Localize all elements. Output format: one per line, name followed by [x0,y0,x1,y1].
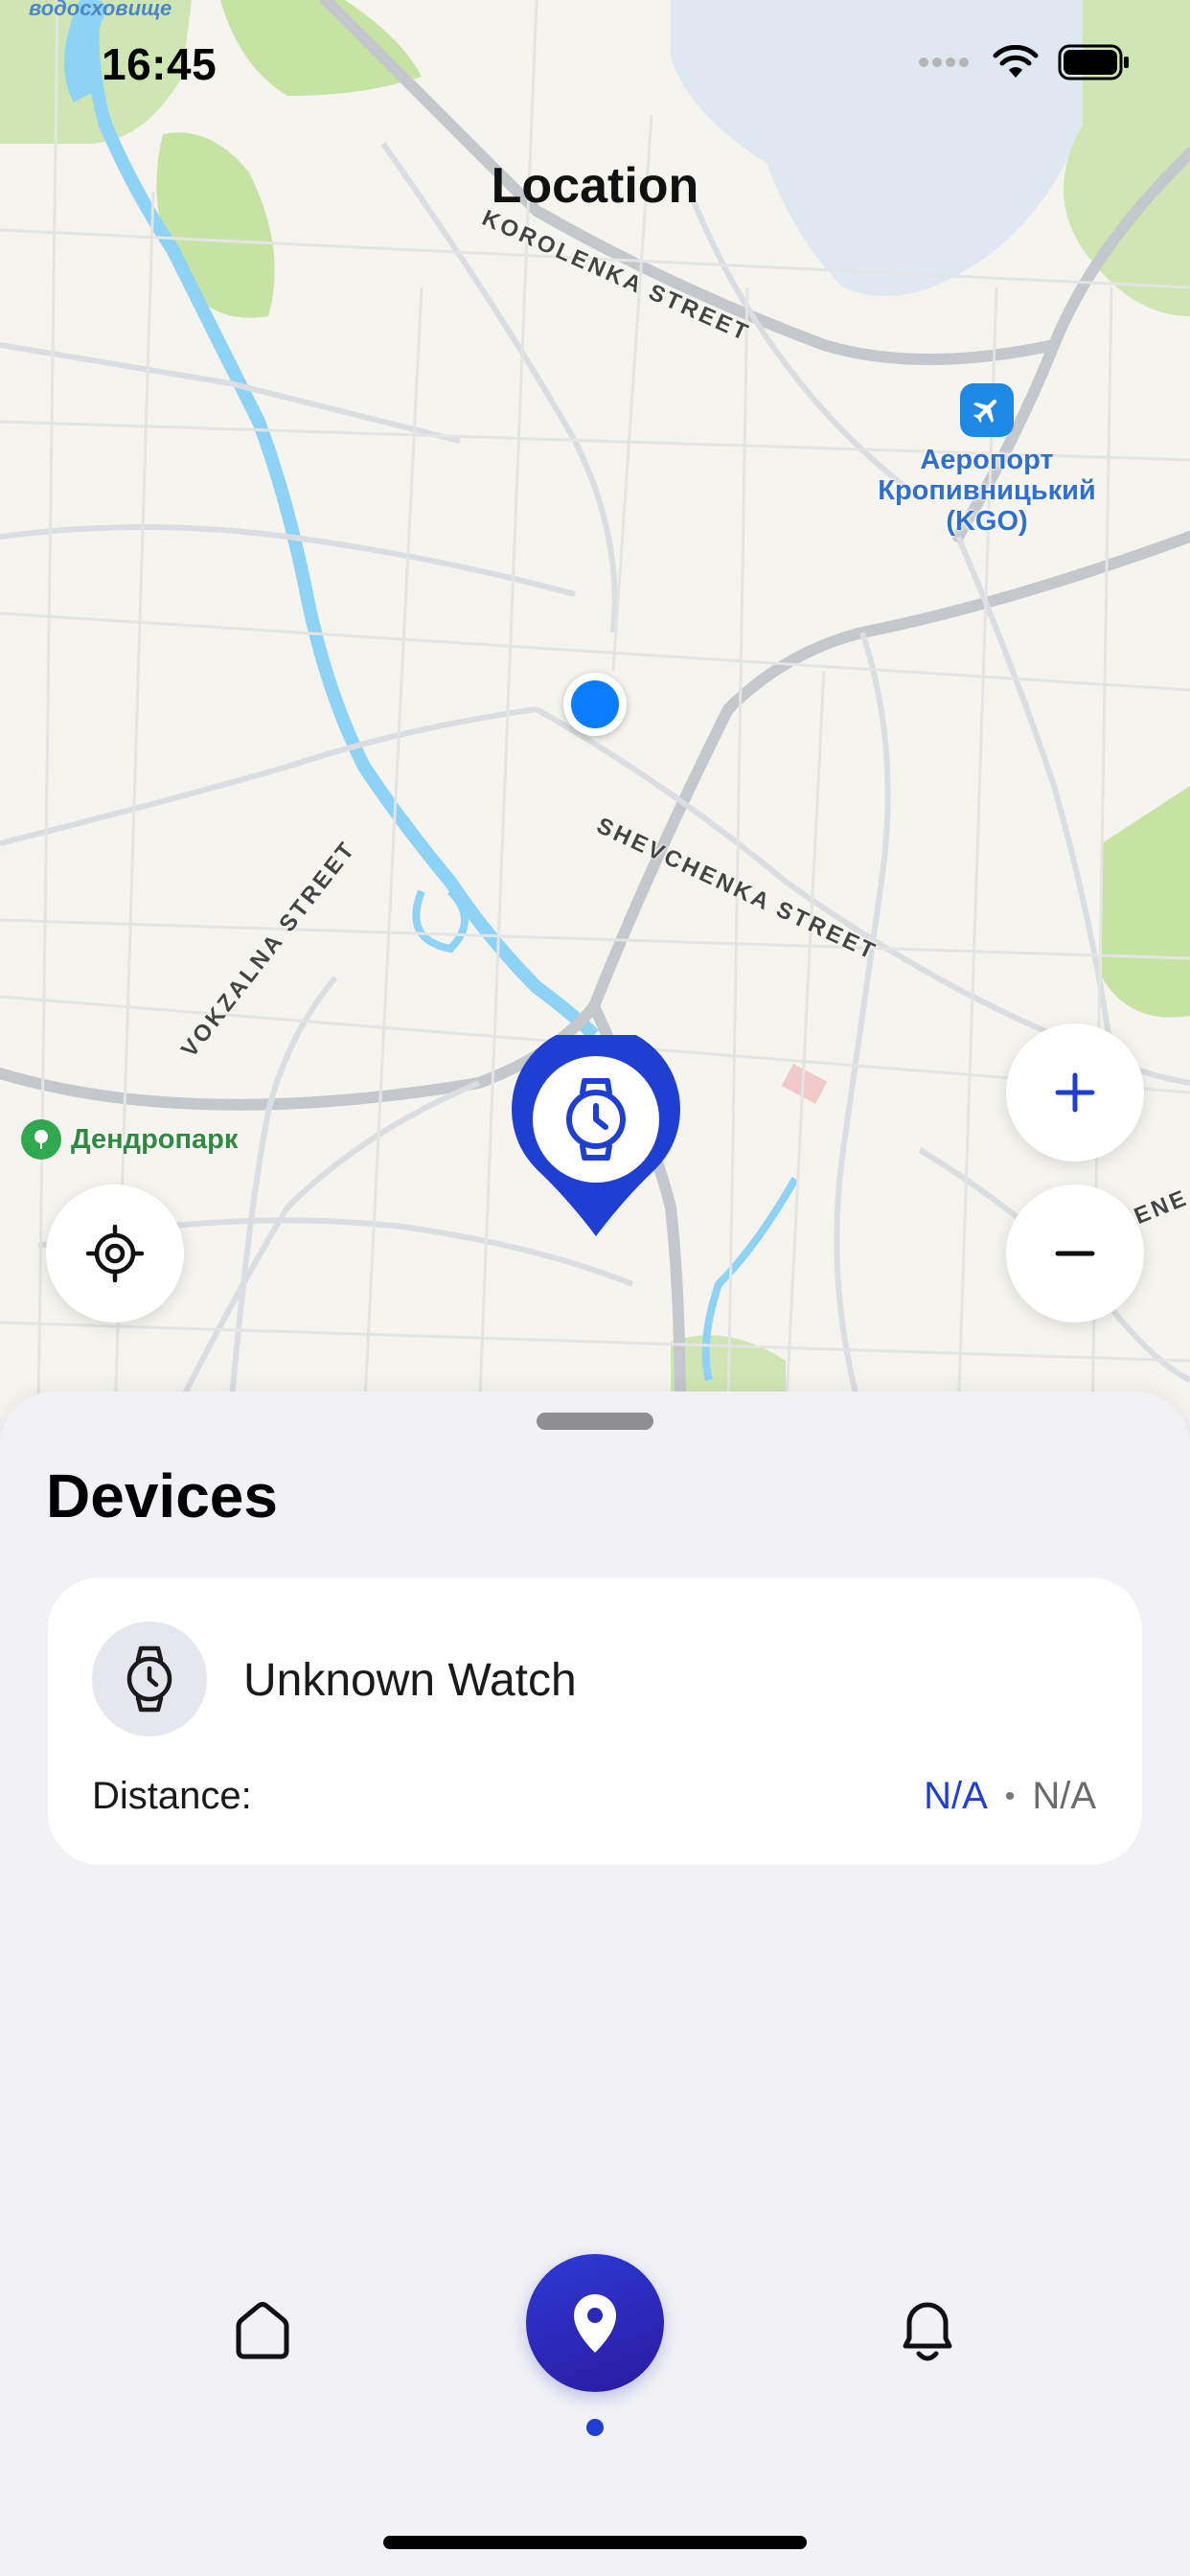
battery-icon [1058,44,1129,80]
airplane-icon [960,383,1014,437]
devices-sheet[interactable]: Devices Unknown Watch Distance: N/A • N/… [0,1392,1190,2576]
minus-icon [1055,1251,1095,1256]
distance-value: N/A [924,1775,988,1817]
device-card[interactable]: Unknown Watch Distance: N/A • N/A [48,1577,1142,1865]
bell-icon [903,2302,952,2361]
poi-park-label: Дендропарк [71,1123,239,1155]
wifi-icon [993,45,1039,78]
zoom-out-button[interactable] [1006,1184,1144,1322]
device-map-pin[interactable] [510,1024,682,1246]
distance-separator: • [1004,1780,1016,1812]
sheet-grabber[interactable] [537,1413,653,1430]
tree-icon [21,1119,61,1160]
plus-icon [1055,1072,1095,1113]
distance-label: Distance: [92,1775,252,1817]
reservoir-label: водосховище [29,0,172,20]
active-tab-indicator [586,2419,604,2436]
home-indicator [383,2536,807,2549]
watch-pin-icon [512,1024,680,1236]
sheet-title: Devices [46,1461,278,1530]
home-icon [236,2302,289,2359]
poi-airport[interactable]: Аеропорт Кропивницький (KGO) [858,383,1116,537]
tab-home[interactable] [217,2285,309,2377]
device-avatar [92,1622,207,1736]
page-title: Location [491,158,699,214]
distance-values: N/A • N/A [924,1775,1096,1818]
tab-location[interactable] [526,2254,664,2392]
tab-notifications[interactable] [881,2285,973,2377]
watch-icon [126,1645,172,1713]
location-pin-icon [574,2294,616,2353]
zoom-in-button[interactable] [1006,1024,1144,1162]
signal-icon [919,58,969,67]
status-icons [918,44,1131,80]
user-location-dot [563,673,627,736]
device-name: Unknown Watch [243,1655,577,1706]
status-time: 16:45 [102,39,217,89]
poi-airport-label: Аеропорт Кропивницький (KGO) [878,445,1096,537]
map-view[interactable]: водосховище KOROLENKA STREET SHEVCHENKA … [0,0,1190,1418]
distance-secondary-value: N/A [1032,1775,1096,1817]
crosshair-icon [85,1224,145,1283]
poi-park[interactable]: Дендропарк [21,1119,238,1160]
recenter-button[interactable] [46,1184,184,1322]
